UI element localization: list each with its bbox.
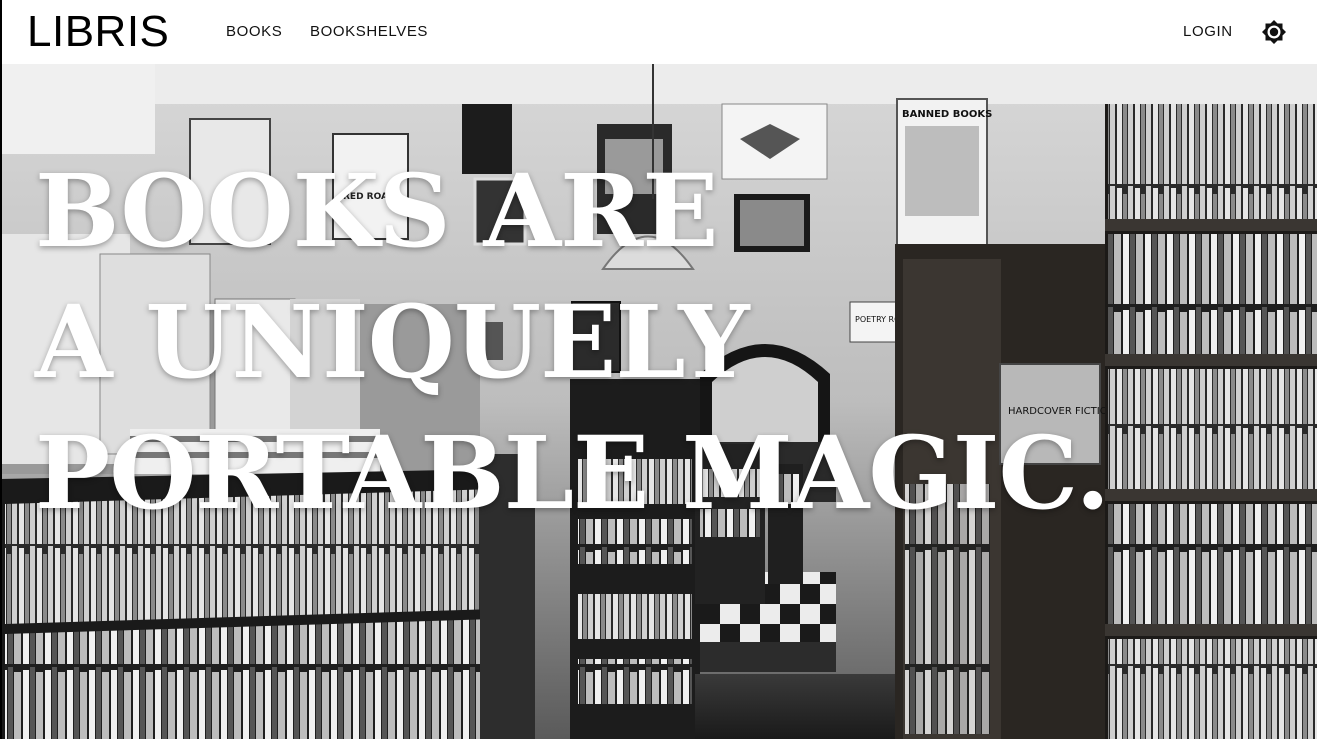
login-link[interactable]: LOGIN [1183, 23, 1233, 41]
nav-books-link[interactable]: BOOKS [226, 23, 282, 41]
hero-banner: RED ROARS BANNED BOOKS POETRY ROOM HARDC… [0, 64, 1317, 739]
headline-line-1: BOOKS ARE [35, 152, 718, 270]
headline-line-2: A UNIQUELY [35, 283, 750, 401]
left-border [0, 0, 2, 739]
nav-bookshelves-link[interactable]: BOOKSHELVES [310, 23, 428, 41]
theme-toggle-button[interactable] [1261, 19, 1287, 45]
headline-line-3: PORTABLE MAGIC. [35, 414, 1110, 532]
brightness-icon [1262, 20, 1286, 44]
hero-headline: BOOKS ARE A UNIQUELY PORTABLE MAGIC. [35, 146, 1110, 539]
logo[interactable]: LIBRIS [27, 6, 169, 58]
top-navbar: LIBRIS BOOKS BOOKSHELVES LOGIN [0, 0, 1317, 64]
banned-books-sign: BANNED BOOKS [902, 109, 992, 120]
